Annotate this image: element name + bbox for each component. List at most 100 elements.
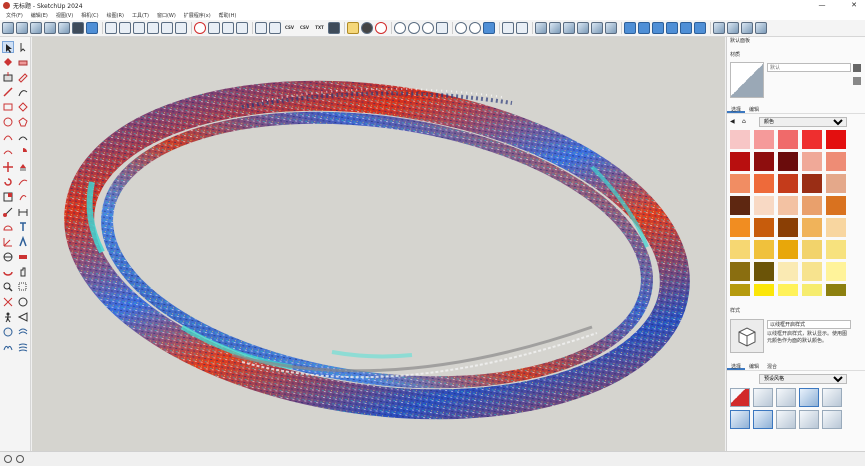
color-swatch[interactable] [730, 196, 750, 215]
color-swatch[interactable] [754, 240, 774, 259]
menu-extensions[interactable]: 扩展程序(x) [180, 12, 215, 19]
flip-edge-icon[interactable] [694, 22, 706, 34]
style-thumbnail-item[interactable] [822, 410, 842, 429]
export-icon[interactable] [269, 22, 281, 34]
info-icon[interactable] [4, 455, 12, 463]
previous-view-icon[interactable] [17, 296, 29, 308]
menu-camera[interactable]: 相机(C) [77, 12, 102, 19]
material-name-input[interactable] [767, 63, 851, 72]
style-thumbnail-item[interactable] [799, 410, 819, 429]
section-plane-icon[interactable] [175, 22, 187, 34]
import-icon[interactable] [255, 22, 267, 34]
eraser-2-icon[interactable] [17, 71, 29, 83]
color-swatch[interactable] [802, 130, 822, 149]
dimension-tool-icon[interactable] [17, 206, 29, 218]
settings-gear-icon[interactable] [361, 22, 373, 34]
drape-icon[interactable] [666, 22, 678, 34]
color-swatch[interactable] [730, 240, 750, 259]
color-swatch[interactable] [778, 262, 798, 281]
color-swatch[interactable] [802, 218, 822, 237]
upload-cloud-icon[interactable] [455, 22, 467, 34]
menu-window[interactable]: 窗口(W) [153, 12, 180, 19]
zoom-tool-icon[interactable] [2, 281, 14, 293]
warehouse-icon[interactable] [394, 22, 406, 34]
style-thumbnail-item[interactable] [730, 388, 750, 407]
color-swatch[interactable] [754, 196, 774, 215]
orbit-tool-icon[interactable] [2, 266, 14, 278]
circle-tool-icon[interactable] [2, 116, 14, 128]
home-icon[interactable]: ⌂ [742, 118, 750, 126]
stamp-icon[interactable] [652, 22, 664, 34]
add-detail-icon[interactable] [680, 22, 692, 34]
color-swatch[interactable] [778, 218, 798, 237]
text-tool-icon[interactable] [17, 221, 29, 233]
push-pull-icon[interactable] [2, 71, 14, 83]
tab-styles-mix[interactable]: 混合 [763, 362, 781, 370]
color-swatch[interactable] [778, 152, 798, 171]
rotated-rect-icon[interactable] [17, 101, 29, 113]
3d-viewport[interactable] [32, 37, 725, 451]
color-swatch[interactable] [826, 174, 846, 193]
solid-union-icon[interactable] [535, 22, 547, 34]
menu-help[interactable]: 帮助(H) [215, 12, 241, 19]
orbit-icon[interactable] [194, 22, 206, 34]
color-swatch[interactable] [754, 130, 774, 149]
section-plane-tool-icon[interactable] [2, 251, 14, 263]
tape-measure-icon[interactable] [2, 206, 14, 218]
pan-icon[interactable] [208, 22, 220, 34]
monochrome-style-icon[interactable] [161, 22, 173, 34]
sample-paint-icon[interactable] [853, 77, 861, 85]
color-swatch[interactable] [754, 262, 774, 281]
extension-warehouse-icon[interactable] [422, 22, 434, 34]
select-tool-icon[interactable] [2, 41, 14, 53]
top-view-icon[interactable] [16, 22, 28, 34]
color-swatch[interactable] [778, 130, 798, 149]
point-icon[interactable] [502, 22, 514, 34]
measure-icon[interactable] [236, 22, 248, 34]
wireframe-style-icon[interactable] [105, 22, 117, 34]
color-swatch[interactable] [778, 284, 798, 296]
color-swatch[interactable] [754, 174, 774, 193]
left-view-icon[interactable] [72, 22, 84, 34]
color-swatch[interactable] [802, 240, 822, 259]
color-swatch[interactable] [826, 284, 846, 296]
color-swatch[interactable] [826, 262, 846, 281]
axes-tool-icon[interactable] [2, 236, 14, 248]
close-button[interactable]: ✕ [845, 0, 863, 11]
menu-tools[interactable]: 工具(T) [128, 12, 153, 19]
position-camera-icon[interactable] [2, 326, 14, 338]
outer-shell-icon[interactable] [605, 22, 617, 34]
contours-icon[interactable] [17, 341, 29, 353]
move-icon[interactable] [222, 22, 234, 34]
three-point-arc-icon[interactable] [2, 146, 14, 158]
download-cloud-icon[interactable] [469, 22, 481, 34]
color-swatch[interactable] [802, 152, 822, 171]
csv-export-icon[interactable]: CSV [298, 22, 311, 34]
scene-4-icon[interactable] [755, 22, 767, 34]
color-swatch[interactable] [730, 152, 750, 171]
front-view-icon[interactable] [30, 22, 42, 34]
style-thumbnail-item[interactable] [753, 388, 773, 407]
menu-draw[interactable]: 绘图(R) [103, 12, 128, 19]
eraser-icon[interactable] [17, 56, 29, 68]
shaded-style-icon[interactable] [133, 22, 145, 34]
follow-me-icon[interactable] [17, 176, 29, 188]
minimize-button[interactable]: — [813, 0, 831, 11]
color-swatch[interactable] [754, 152, 774, 171]
style-thumbnail-item[interactable] [776, 388, 796, 407]
color-swatch[interactable] [730, 218, 750, 237]
txt-export-icon[interactable]: TXT [313, 22, 326, 34]
terrain-icon[interactable] [2, 341, 14, 353]
solid-trim-icon[interactable] [577, 22, 589, 34]
tab-styles-select[interactable]: 选择 [727, 362, 746, 370]
color-swatch[interactable] [826, 196, 846, 215]
open-folder-icon[interactable] [347, 22, 359, 34]
solid-split-icon[interactable] [591, 22, 603, 34]
color-swatch[interactable] [802, 262, 822, 281]
rectangle-tool-icon[interactable] [2, 101, 14, 113]
xray-icon[interactable] [86, 22, 98, 34]
walk-tool-icon[interactable] [2, 311, 14, 323]
color-swatch[interactable] [826, 240, 846, 259]
solid-intersect-icon[interactable] [563, 22, 575, 34]
pan-tool-icon[interactable] [17, 266, 29, 278]
